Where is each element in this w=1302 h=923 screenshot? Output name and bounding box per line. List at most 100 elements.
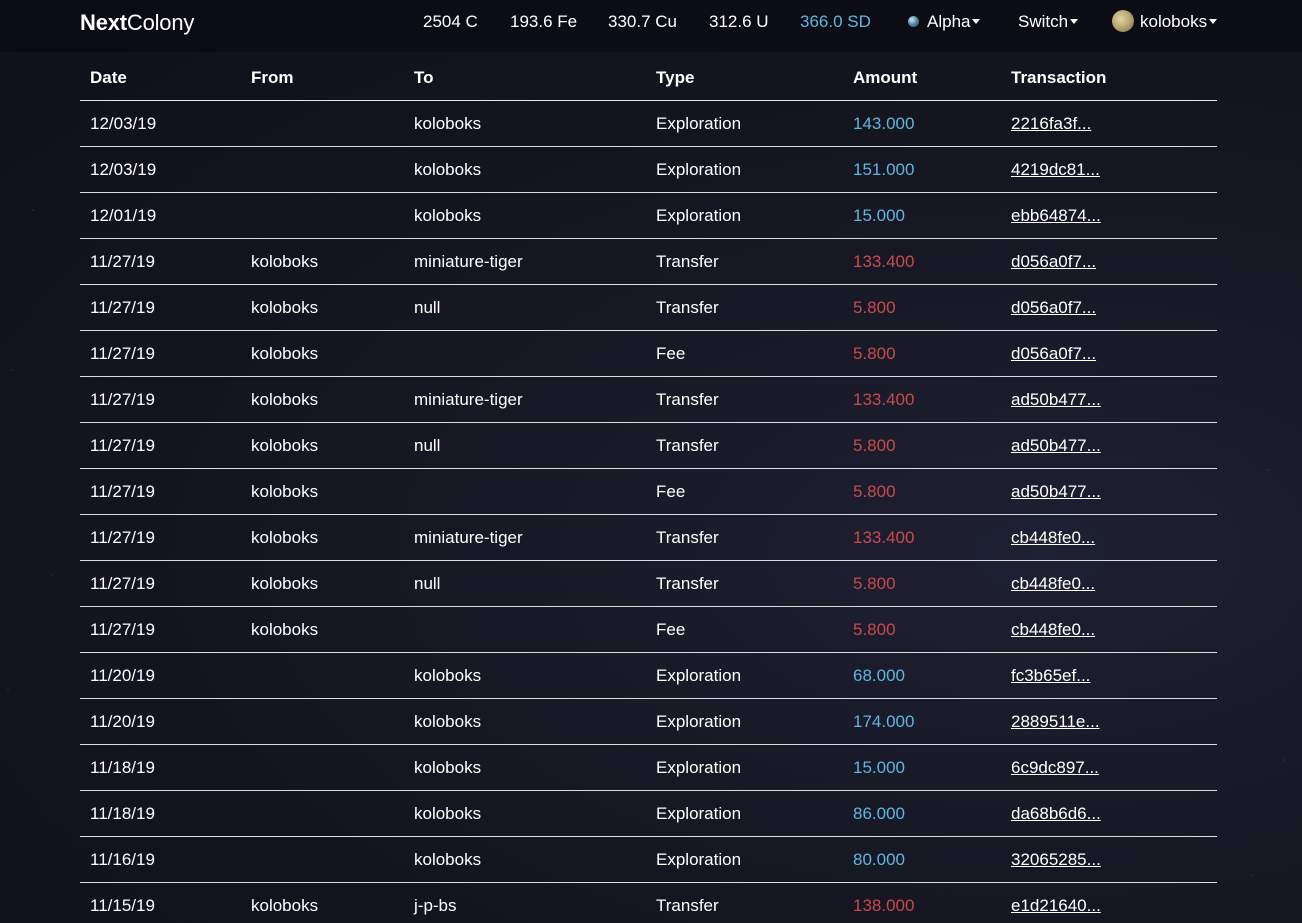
transaction-link[interactable]: ad50b477... <box>1011 436 1101 455</box>
transaction-link[interactable]: d056a0f7... <box>1011 252 1096 271</box>
cell-date: 11/27/19 <box>80 560 241 607</box>
cell-amount: 133.400 <box>843 514 1001 561</box>
cell-transaction: 4219dc81... <box>1001 146 1217 193</box>
transaction-link[interactable]: ad50b477... <box>1011 390 1101 409</box>
table-row: 12/01/19 koloboks Exploration 15.000 ebb6487… <box>80 192 1217 239</box>
transaction-link[interactable]: d056a0f7... <box>1011 344 1096 363</box>
cell-type: Exploration <box>646 836 843 883</box>
cell-to: miniature-tiger <box>404 376 646 423</box>
table-row: 11/27/19 koloboks miniature-tiger Transfer 1… <box>80 376 1217 423</box>
transaction-link[interactable]: e1d21640... <box>1011 896 1101 915</box>
cell-date: 11/27/19 <box>80 284 241 331</box>
table-row: 11/20/19 koloboks Exploration 174.000 288951… <box>80 698 1217 745</box>
cell-type: Transfer <box>646 514 843 561</box>
cell-from <box>241 192 404 239</box>
transaction-link[interactable]: 2889511e... <box>1011 712 1100 731</box>
table-row: 11/18/19 koloboks Exploration 86.000 da68b6d… <box>80 790 1217 837</box>
switch-dropdown[interactable]: Switch <box>1018 12 1079 32</box>
resource-sd: 366.0 SD <box>800 12 871 31</box>
transaction-link[interactable]: 2216fa3f... <box>1011 114 1091 133</box>
transaction-link[interactable]: fc3b65ef... <box>1011 666 1090 685</box>
resource-coal: 2504 C <box>423 12 478 31</box>
cell-from <box>241 836 404 883</box>
table-row: 11/27/19 koloboks Fee 5.800 cb448fe0... <box>80 606 1217 653</box>
cell-date: 11/18/19 <box>80 744 241 791</box>
cell-transaction: d056a0f7... <box>1001 330 1217 377</box>
transaction-link[interactable]: ad50b477... <box>1011 482 1101 501</box>
planet-icon <box>908 15 919 27</box>
cell-transaction: ad50b477... <box>1001 422 1217 469</box>
cell-type: Transfer <box>646 560 843 607</box>
cell-date: 11/27/19 <box>80 330 241 377</box>
cell-to: koloboks <box>404 146 646 193</box>
cell-transaction: cb448fe0... <box>1001 560 1217 607</box>
cell-to <box>404 330 646 377</box>
transaction-link[interactable]: cb448fe0... <box>1011 574 1095 593</box>
caret-down-icon <box>1209 19 1218 25</box>
cell-amount: 174.000 <box>843 698 1001 745</box>
column-header-from: From <box>241 56 404 101</box>
cell-date: 11/27/19 <box>80 376 241 423</box>
cell-from: koloboks <box>241 422 404 469</box>
cell-transaction: 2216fa3f... <box>1001 100 1217 147</box>
table-row: 12/03/19 koloboks Exploration 151.000 4219dc… <box>80 146 1217 193</box>
transaction-link[interactable]: ebb64874... <box>1011 206 1101 225</box>
transaction-link[interactable]: cb448fe0... <box>1011 620 1095 639</box>
cell-date: 11/20/19 <box>80 652 241 699</box>
table-row: 11/20/19 koloboks Exploration 68.000 fc3b65e… <box>80 652 1217 699</box>
cell-from: koloboks <box>241 468 404 515</box>
cell-type: Transfer <box>646 422 843 469</box>
cell-type: Exploration <box>646 192 843 239</box>
cell-date: 12/03/19 <box>80 100 241 147</box>
transaction-link[interactable]: cb448fe0... <box>1011 528 1095 547</box>
cell-from: koloboks <box>241 238 404 285</box>
transactions-table: Date From To Type Amount Transaction 12/… <box>80 56 1217 923</box>
transaction-link[interactable]: 32065285... <box>1011 850 1101 869</box>
cell-to: miniature-tiger <box>404 514 646 561</box>
cell-from: koloboks <box>241 882 404 923</box>
cell-amount: 151.000 <box>843 146 1001 193</box>
user-dropdown[interactable]: koloboks <box>1112 10 1218 33</box>
cell-date: 11/20/19 <box>80 698 241 745</box>
cell-from <box>241 100 404 147</box>
cell-amount: 86.000 <box>843 790 1001 837</box>
cell-amount: 5.800 <box>843 330 1001 377</box>
transaction-link[interactable]: 6c9dc897... <box>1011 758 1099 777</box>
planet-dropdown[interactable]: Alpha <box>908 12 981 32</box>
cell-type: Transfer <box>646 882 843 923</box>
cell-from <box>241 146 404 193</box>
cell-amount: 5.800 <box>843 560 1001 607</box>
cell-transaction: da68b6d6... <box>1001 790 1217 837</box>
cell-from: koloboks <box>241 376 404 423</box>
transaction-link[interactable]: 4219dc81... <box>1011 160 1100 179</box>
cell-transaction: ad50b477... <box>1001 468 1217 515</box>
cell-type: Fee <box>646 606 843 653</box>
cell-date: 12/03/19 <box>80 146 241 193</box>
cell-transaction: 32065285... <box>1001 836 1217 883</box>
cell-type: Exploration <box>646 100 843 147</box>
transaction-link[interactable]: d056a0f7... <box>1011 298 1096 317</box>
cell-from: koloboks <box>241 514 404 561</box>
column-header-date: Date <box>80 56 241 101</box>
cell-from: koloboks <box>241 330 404 377</box>
cell-date: 11/18/19 <box>80 790 241 837</box>
cell-to: j-p-bs <box>404 882 646 923</box>
cell-transaction: d056a0f7... <box>1001 284 1217 331</box>
table-row: 11/27/19 koloboks miniature-tiger Transfer 1… <box>80 238 1217 285</box>
brand-logo[interactable]: NextColony <box>80 10 194 36</box>
table-row: 11/27/19 koloboks null Transfer 5.800 cb448fe… <box>80 560 1217 607</box>
transactions-table-body: 12/03/19 koloboks Exploration 143.000 2216fa… <box>80 100 1217 923</box>
brand-name-rest: Colony <box>126 10 195 35</box>
cell-amount: 5.800 <box>843 606 1001 653</box>
cell-type: Transfer <box>646 376 843 423</box>
table-row: 11/15/19 koloboks j-p-bs Transfer 138.000 e1d… <box>80 882 1217 923</box>
cell-to: koloboks <box>404 744 646 791</box>
cell-date: 11/27/19 <box>80 606 241 653</box>
cell-amount: 15.000 <box>843 744 1001 791</box>
cell-date: 11/27/19 <box>80 514 241 561</box>
cell-transaction: 6c9dc897... <box>1001 744 1217 791</box>
planet-dropdown-label: Alpha <box>927 12 971 31</box>
table-row: 12/03/19 koloboks Exploration 143.000 2216fa… <box>80 100 1217 147</box>
cell-amount: 143.000 <box>843 100 1001 147</box>
transaction-link[interactable]: da68b6d6... <box>1011 804 1101 823</box>
